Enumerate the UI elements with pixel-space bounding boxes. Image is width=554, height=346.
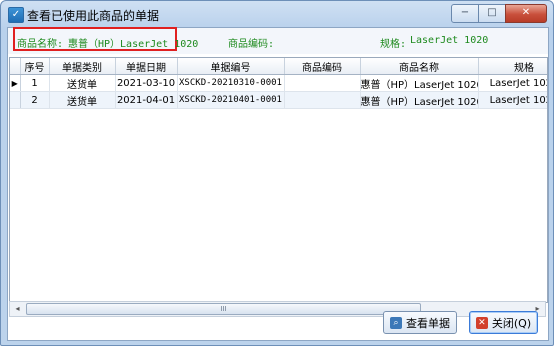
row-header-cell bbox=[10, 91, 21, 109]
view-document-label: 查看单据 bbox=[406, 316, 450, 330]
cell-spec[interactable]: LaserJet 1020 bbox=[478, 74, 547, 92]
column-header-code[interactable]: 商品编码 bbox=[284, 58, 361, 75]
product-info-bar: 商品名称: 惠普（HP）LaserJet 1020 商品编码: 规格: Lase… bbox=[8, 27, 548, 54]
view-document-button[interactable]: ⌕ 查看单据 bbox=[383, 311, 457, 334]
maximize-button[interactable]: □ bbox=[478, 4, 506, 23]
cell-code[interactable] bbox=[284, 74, 361, 92]
horizontal-scrollbar[interactable]: ◂ III ▸ bbox=[9, 301, 546, 317]
cell-index[interactable]: 2 bbox=[20, 91, 50, 109]
dialog-window: ✓ 查看已使用此商品的单据 − □ ✕ 商品名称: 惠普（HP）LaserJet… bbox=[0, 0, 554, 346]
product-name-value: 惠普（HP）LaserJet 1020 bbox=[68, 39, 199, 50]
close-window-button[interactable]: ✕ bbox=[505, 4, 547, 23]
table-row[interactable]: 2 送货单 2021-04-01 XSCKD-20210401-0001 惠普（… bbox=[10, 91, 547, 109]
cell-number[interactable]: XSCKD-20210401-0001 bbox=[177, 91, 285, 109]
dialog-body: 商品名称: 惠普（HP）LaserJet 1020 商品编码: 规格: Lase… bbox=[7, 27, 549, 341]
product-code-label: 商品编码: bbox=[228, 39, 275, 50]
column-header-number[interactable]: 单据编号 bbox=[177, 58, 285, 75]
window-controls: − □ ✕ bbox=[451, 4, 547, 23]
documents-grid[interactable]: 序号 单据类别 单据日期 单据编号 商品编码 商品名称 规格 ▶ 1 送货单 2 bbox=[9, 57, 548, 303]
column-header-type[interactable]: 单据类别 bbox=[49, 58, 116, 75]
search-icon: ⌕ bbox=[390, 316, 402, 329]
current-row-indicator-icon: ▶ bbox=[10, 74, 21, 92]
product-name-label: 商品名称: bbox=[17, 39, 64, 50]
cell-name[interactable]: 惠普（HP）LaserJet 1020 bbox=[360, 74, 479, 92]
cell-index[interactable]: 1 bbox=[20, 74, 50, 92]
cell-type[interactable]: 送货单 bbox=[49, 74, 116, 92]
column-header-name[interactable]: 商品名称 bbox=[360, 58, 479, 75]
row-header-corner bbox=[10, 58, 21, 75]
cell-code[interactable] bbox=[284, 91, 361, 109]
table-row[interactable]: ▶ 1 送货单 2021-03-10 XSCKD-20210310-0001 惠… bbox=[10, 74, 547, 92]
cell-date[interactable]: 2021-03-10 bbox=[115, 74, 178, 92]
scrollbar-thumb[interactable]: III bbox=[26, 303, 421, 315]
cell-date[interactable]: 2021-04-01 bbox=[115, 91, 178, 109]
cell-number[interactable]: XSCKD-20210310-0001 bbox=[177, 74, 285, 92]
window-title: 查看已使用此商品的单据 bbox=[27, 9, 160, 23]
minimize-button[interactable]: − bbox=[451, 4, 479, 23]
cell-spec[interactable]: LaserJet 1020 bbox=[478, 91, 547, 109]
product-spec-label: 规格: bbox=[380, 39, 407, 50]
column-header-date[interactable]: 单据日期 bbox=[115, 58, 178, 75]
cell-name[interactable]: 惠普（HP）LaserJet 1020 bbox=[360, 91, 479, 109]
title-bar[interactable]: ✓ 查看已使用此商品的单据 − □ ✕ bbox=[1, 1, 553, 27]
close-icon: ✕ bbox=[475, 316, 488, 329]
column-header-spec[interactable]: 规格 bbox=[478, 58, 547, 75]
app-icon: ✓ bbox=[8, 7, 24, 23]
product-spec-value: LaserJet 1020 bbox=[410, 35, 489, 46]
scroll-left-arrow-icon[interactable]: ◂ bbox=[10, 302, 25, 316]
table-header-row: 序号 单据类别 单据日期 单据编号 商品编码 商品名称 规格 bbox=[10, 58, 547, 75]
close-button[interactable]: ✕ 关闭(Q) bbox=[469, 311, 538, 334]
scrollbar-grip-icon: III bbox=[220, 305, 227, 313]
cell-type[interactable]: 送货单 bbox=[49, 91, 116, 109]
column-header-index[interactable]: 序号 bbox=[20, 58, 50, 75]
documents-table: 序号 单据类别 单据日期 单据编号 商品编码 商品名称 规格 ▶ 1 送货单 2 bbox=[10, 58, 547, 109]
close-button-label: 关闭(Q) bbox=[491, 316, 532, 330]
